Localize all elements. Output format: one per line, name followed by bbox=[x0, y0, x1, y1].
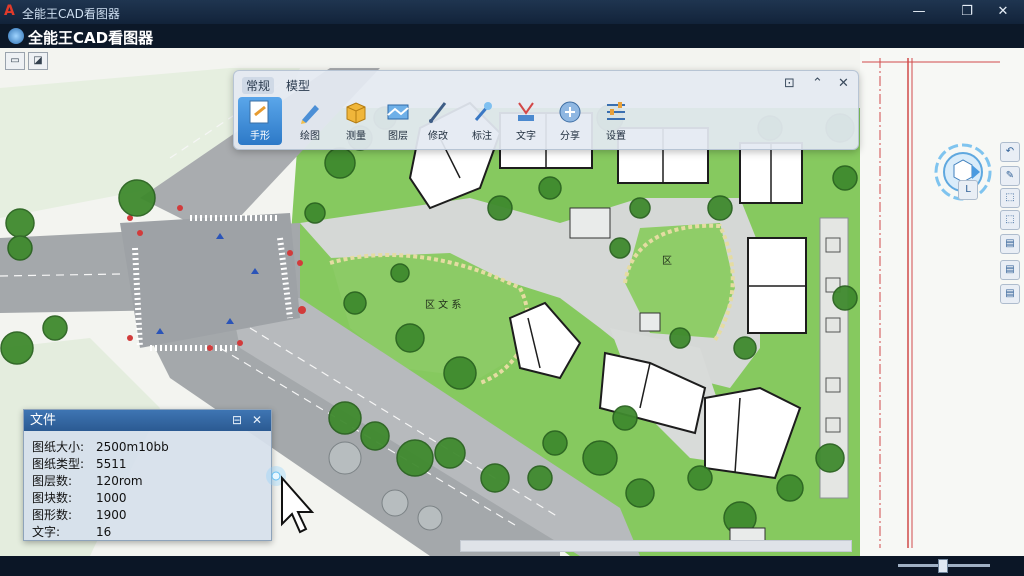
info-row: 图层数: 120rom bbox=[32, 474, 143, 488]
share-tool-button[interactable]: 分享 bbox=[548, 97, 592, 145]
info-row: 文字: 16 bbox=[32, 525, 112, 539]
annotate-icon bbox=[474, 102, 492, 121]
settings-tool-button[interactable]: 设置 bbox=[594, 97, 638, 145]
panel-pin-button[interactable]: ⊟ bbox=[232, 410, 242, 431]
tab-general[interactable]: 常规 bbox=[242, 77, 275, 94]
pen-icon bbox=[301, 105, 319, 124]
panel-header: 文件 ⊟ ✕ bbox=[24, 410, 271, 431]
layer-tool-button[interactable]: 图层 bbox=[376, 97, 420, 145]
view-toggle-button[interactable]: ▭ bbox=[5, 52, 25, 70]
panel-close-button[interactable]: ✕ bbox=[252, 410, 262, 431]
app-logo-icon: A bbox=[4, 3, 15, 19]
map-label-b: 区 bbox=[662, 255, 672, 267]
measure-box-icon bbox=[346, 102, 366, 124]
text-tool-icon bbox=[518, 102, 534, 121]
layer-panel-button[interactable]: L bbox=[958, 180, 978, 200]
app-header: 全能王CAD看图器 bbox=[0, 24, 1024, 48]
title-bar: A 全能王CAD看图器 — ❐ ✕ bbox=[0, 0, 1024, 24]
share-icon bbox=[559, 101, 581, 123]
file-info-panel: 文件 ⊟ ✕ 图纸大小: 2500m10bb 图纸类型: 5511 图层数: 120r… bbox=[23, 409, 272, 541]
app-brand: 全能王CAD看图器 bbox=[28, 29, 154, 47]
pencil-icon bbox=[429, 102, 447, 123]
mouse-cursor-icon bbox=[266, 466, 315, 534]
measure-tool-button[interactable]: 测量 bbox=[334, 97, 378, 145]
ribbon-close-button[interactable]: ✕ bbox=[838, 76, 849, 91]
info-row: 图纸大小: 2500m10bb bbox=[32, 440, 169, 454]
layout-button[interactable]: ◪ bbox=[28, 52, 48, 70]
tab-model[interactable]: 模型 bbox=[286, 77, 310, 94]
side-tool-3-button[interactable]: ⬚ bbox=[1000, 188, 1020, 208]
hand-tool-button[interactable]: 手形 bbox=[238, 97, 282, 145]
side-tool-7-button[interactable]: ▤ bbox=[1000, 284, 1020, 304]
side-tool-5-button[interactable]: ▤ bbox=[1000, 234, 1020, 254]
annotate-tool-button[interactable]: 标注 bbox=[460, 97, 504, 145]
side-tool-2-button[interactable]: ✎ bbox=[1000, 166, 1020, 186]
horizontal-scrollbar[interactable] bbox=[460, 540, 852, 552]
info-row: 图纸类型: 5511 bbox=[32, 457, 127, 471]
maximize-button[interactable]: ❐ bbox=[952, 0, 982, 24]
status-bar bbox=[0, 556, 1024, 576]
settings-icon bbox=[607, 102, 625, 120]
ribbon-toolbar: 常规 模型 ⊡ ⌃ ✕ 手形 绘图 测量 图层 修改 标注 文字 分享 设置 bbox=[233, 70, 859, 150]
map-label-a: 区 文 系 bbox=[425, 298, 461, 311]
side-tool-4-button[interactable]: ⬚ bbox=[1000, 210, 1020, 230]
draw-tool-button[interactable]: 绘图 bbox=[288, 97, 332, 145]
layer-icon bbox=[387, 104, 409, 120]
minimize-button[interactable]: — bbox=[904, 0, 934, 24]
brand-icon bbox=[8, 28, 24, 44]
info-row: 图块数: 1000 bbox=[32, 491, 127, 505]
hand-tool-icon bbox=[249, 100, 269, 124]
text-tool-button[interactable]: 文字 bbox=[504, 97, 548, 145]
window-title: 全能王CAD看图器 bbox=[22, 7, 120, 21]
ribbon-collapse-button[interactable]: ⌃ bbox=[812, 76, 823, 91]
side-tool-1-button[interactable]: ↶ bbox=[1000, 142, 1020, 162]
panel-title: 文件 bbox=[30, 413, 57, 428]
zoom-slider-thumb[interactable] bbox=[938, 559, 948, 573]
ribbon-pin-button[interactable]: ⊡ bbox=[784, 76, 795, 91]
info-row: 图形数: 1900 bbox=[32, 508, 127, 522]
side-tool-6-button[interactable]: ▤ bbox=[1000, 260, 1020, 280]
modify-tool-button[interactable]: 修改 bbox=[416, 97, 460, 145]
close-button[interactable]: ✕ bbox=[988, 0, 1018, 24]
